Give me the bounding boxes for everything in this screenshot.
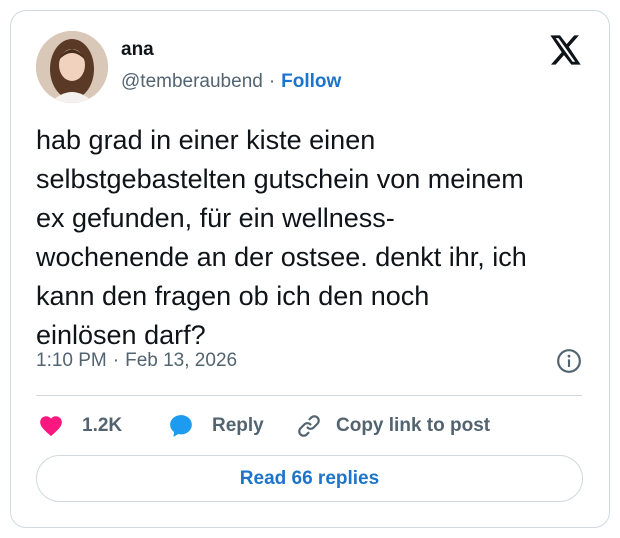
- copy-link-button[interactable]: Copy link to post: [296, 411, 490, 441]
- info-icon[interactable]: [556, 348, 582, 374]
- avatar[interactable]: [36, 31, 108, 103]
- link-icon: [298, 415, 320, 437]
- author-handle[interactable]: @temberaubend: [121, 71, 263, 92]
- avatar-image: [36, 31, 108, 103]
- timestamp[interactable]: 1:10 PM · Feb 13, 2026: [36, 350, 237, 372]
- follow-button[interactable]: Follow: [281, 71, 341, 92]
- tweet-time: 1:10 PM: [36, 350, 107, 371]
- like-count: 1.2K: [82, 415, 123, 436]
- tweet-date: Feb 13, 2026: [125, 350, 238, 371]
- like-button[interactable]: 1.2K: [38, 411, 122, 441]
- x-logo-icon[interactable]: [550, 35, 582, 65]
- handle-row: @temberaubend · Follow: [121, 71, 341, 93]
- speech-bubble-icon: [170, 415, 192, 437]
- separator-dot: ·: [268, 71, 276, 92]
- tweet-text: hab grad in einer kiste einen selbstgeba…: [36, 125, 527, 350]
- reply-label: Reply: [212, 415, 264, 436]
- heart-icon: [40, 416, 62, 437]
- copy-link-label: Copy link to post: [336, 415, 491, 436]
- divider: [36, 395, 582, 396]
- separator-dot: ·: [112, 350, 120, 371]
- read-replies-button[interactable]: Read 66 replies: [36, 455, 583, 502]
- author-name[interactable]: ana: [121, 39, 154, 61]
- tweet-card: ana @temberaubend · Follow hab grad in ein…: [10, 10, 610, 528]
- reply-button[interactable]: Reply: [168, 411, 264, 441]
